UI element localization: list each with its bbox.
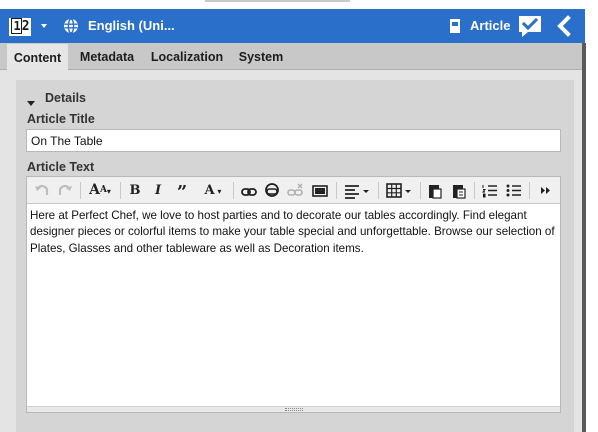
article-title-input[interactable]: [26, 129, 561, 152]
font-color-icon[interactable]: A ▾: [199, 180, 227, 201]
top-divider: [205, 0, 350, 2]
toolbar-separator: [120, 182, 121, 199]
toolbar-separator: [378, 182, 379, 199]
toolbar-separator: [336, 182, 337, 199]
align-icon[interactable]: [343, 180, 371, 201]
article-text-label: Article Text: [27, 160, 95, 174]
toolbar-separator: [529, 182, 530, 199]
italic-icon[interactable]: I: [151, 180, 165, 201]
grip-icon[interactable]: [285, 408, 303, 411]
more-tools-icon[interactable]: [537, 180, 555, 201]
media-icon[interactable]: [311, 180, 329, 201]
redo-icon[interactable]: [57, 180, 73, 201]
editor-content[interactable]: Here at Perfect Chef, we love to host pa…: [30, 208, 558, 257]
rich-text-editor: AA▾ B I ” A ▾ Here at Perfect Chef, we l…: [26, 176, 561, 413]
tab-content[interactable]: Content: [7, 43, 68, 71]
article-title-label: Article Title: [27, 112, 95, 126]
grid-layout-icon[interactable]: 12: [9, 18, 31, 36]
toolbar-separator: [80, 182, 81, 199]
details-section-label[interactable]: Details: [45, 91, 86, 105]
globe-icon[interactable]: [63, 18, 79, 34]
chevron-left-icon[interactable]: [556, 15, 572, 37]
toolbar-separator: [420, 182, 421, 199]
undo-icon[interactable]: [34, 180, 50, 201]
chevron-down-icon[interactable]: [41, 24, 47, 28]
unlink-icon[interactable]: [286, 180, 304, 201]
tab-bar: Content Metadata Localization System: [0, 43, 582, 71]
view-label[interactable]: Article: [470, 18, 510, 34]
editor-toolbar: AA▾ B I ” A ▾: [27, 177, 560, 204]
check-comment-icon[interactable]: [517, 14, 543, 38]
bulleted-list-icon[interactable]: [505, 180, 523, 201]
toolbar-separator: [233, 182, 234, 199]
paste-text-icon[interactable]: [426, 180, 444, 201]
scrollbar-track[interactable]: [582, 43, 586, 432]
paste-word-icon[interactable]: [450, 180, 468, 201]
anchor-link-icon[interactable]: [263, 180, 281, 201]
font-size-icon[interactable]: AA▾: [86, 180, 114, 201]
language-selector[interactable]: English (Uni...: [88, 18, 175, 34]
resize-handle[interactable]: [27, 406, 560, 412]
collapse-caret-icon[interactable]: [27, 101, 35, 106]
header-bar: 12 English (Uni... Article: [0, 9, 585, 43]
link-icon[interactable]: [240, 180, 258, 201]
tab-metadata[interactable]: Metadata: [74, 43, 140, 70]
tab-localization[interactable]: Localization: [148, 43, 226, 70]
bold-icon[interactable]: B: [128, 180, 142, 201]
toolbar-separator: [474, 182, 475, 199]
numbered-list-icon[interactable]: [481, 180, 499, 201]
header-edge: [585, 9, 598, 43]
quote-icon[interactable]: ”: [173, 180, 191, 203]
document-icon: [450, 19, 460, 33]
table-icon[interactable]: [385, 180, 413, 201]
tab-system[interactable]: System: [234, 43, 288, 70]
